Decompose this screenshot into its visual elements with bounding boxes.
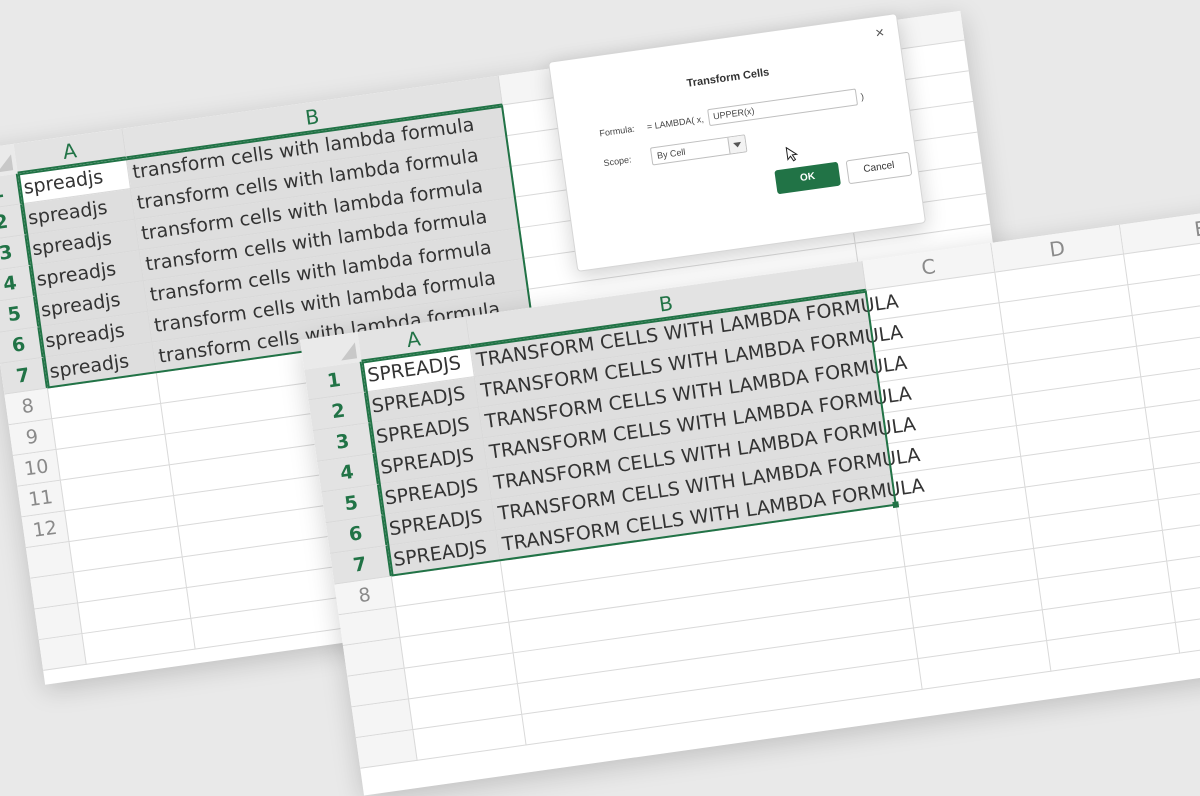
- row-header[interactable]: [38, 634, 87, 671]
- corner-triangle-icon: [0, 154, 14, 173]
- scope-label: Scope:: [602, 154, 633, 169]
- close-icon[interactable]: ×: [874, 24, 885, 42]
- mouse-pointer-icon: [785, 146, 799, 162]
- fill-handle[interactable]: [892, 501, 900, 509]
- corner-triangle-icon: [339, 342, 358, 361]
- cancel-button[interactable]: Cancel: [845, 151, 913, 185]
- chevron-down-icon[interactable]: [727, 135, 747, 154]
- formula-suffix: ): [860, 91, 865, 102]
- ok-button[interactable]: OK: [774, 161, 842, 195]
- formula-label: Formula:: [598, 123, 636, 139]
- formula-input[interactable]: UPPER(x): [707, 88, 859, 127]
- scope-value: By Cell: [656, 146, 687, 161]
- formula-prefix: = LAMBDA( x,: [646, 113, 705, 132]
- scope-select[interactable]: By Cell: [649, 134, 748, 166]
- row-header[interactable]: [355, 730, 418, 769]
